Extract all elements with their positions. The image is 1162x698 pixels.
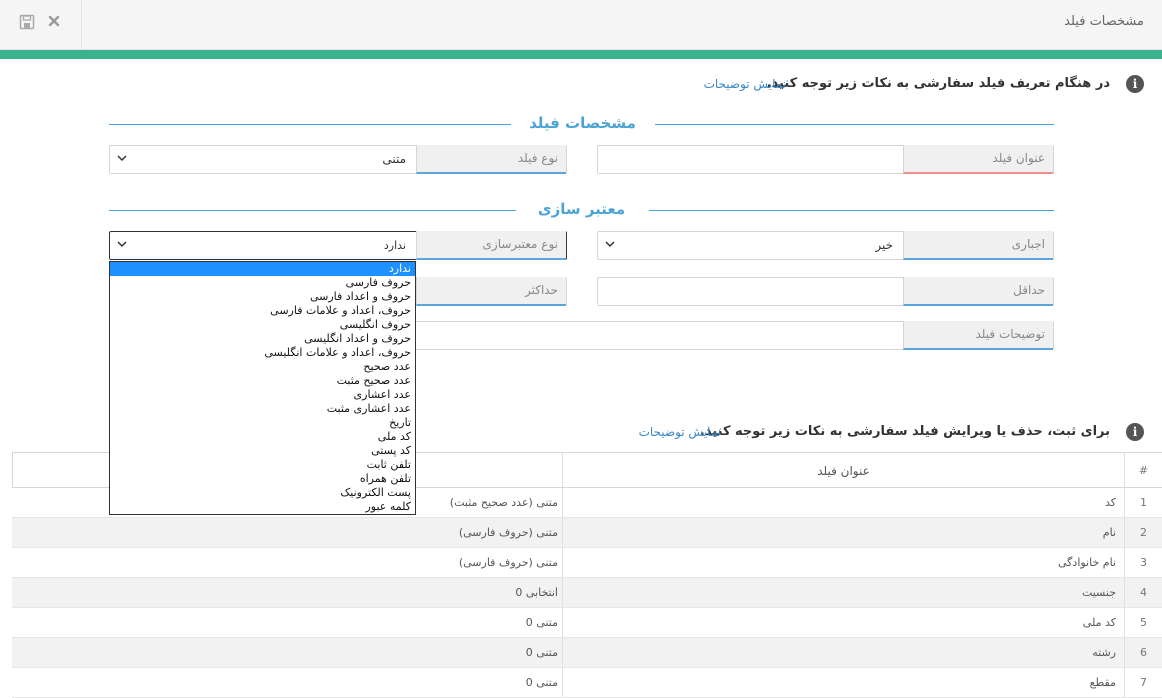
- table-row[interactable]: 7 مقطع متنی 0: [12, 668, 1162, 698]
- row-title: کد: [562, 488, 1124, 517]
- row-number: 6: [1124, 638, 1162, 667]
- row-number: 1: [1124, 488, 1162, 517]
- dropdown-option[interactable]: حروف، اعداد و علامات فارسی: [110, 304, 415, 318]
- chevron-down-icon: [117, 239, 127, 249]
- row-title: مقطع: [562, 668, 1124, 697]
- dropdown-option[interactable]: تلفن همراه: [110, 472, 415, 486]
- row-title: نام: [562, 518, 1124, 547]
- dropdown-option[interactable]: ندارد: [110, 262, 415, 276]
- row-type: متنی (حروف فارسی): [458, 526, 558, 539]
- row-type: متنی (حروف فارسی): [458, 556, 558, 569]
- info-text-manage: برای ثبت، حذف یا ویرایش فیلد سفارشی به ن…: [699, 424, 1110, 439]
- field-type-select[interactable]: نوع فیلد متنی: [109, 145, 567, 174]
- close-icon[interactable]: [45, 14, 63, 32]
- row-number: 2: [1124, 518, 1162, 547]
- row-title: رشته: [562, 638, 1124, 667]
- chevron-down-icon: [117, 153, 127, 163]
- dropdown-option[interactable]: حروف فارسی: [110, 276, 415, 290]
- required-select[interactable]: اجباری خیر: [597, 231, 1054, 260]
- row-type: متنی 0: [525, 676, 558, 689]
- table-row[interactable]: 2 نام متنی (حروف فارسی): [12, 518, 1162, 548]
- row-number: 4: [1124, 578, 1162, 607]
- table-row[interactable]: 4 جنسیت انتخابی 0: [12, 578, 1162, 608]
- chevron-down-icon: [605, 239, 615, 249]
- table-body: 1 کد متنی (عدد صحیح مثبت) 2 نام متنی (حروف فا…: [12, 488, 1162, 698]
- min-input[interactable]: حداقل: [597, 277, 1054, 306]
- field-type-value: متنی: [382, 152, 406, 166]
- dropdown-option[interactable]: پست الکترونیک: [110, 486, 415, 500]
- table-header-num: #: [1124, 453, 1162, 487]
- show-description-link[interactable]: نمایش توضیحات: [704, 77, 786, 91]
- table-header-title: عنوان فیلد: [562, 453, 1124, 487]
- validation-type-label: نوع معتبرسازی: [416, 231, 566, 260]
- dialog-header: مشخصات فیلد: [0, 0, 1162, 50]
- dropdown-option[interactable]: عدد صحیح: [110, 360, 415, 374]
- table-row[interactable]: 6 رشته متنی 0: [12, 638, 1162, 668]
- table-row[interactable]: 5 کد ملی متنی 0: [12, 608, 1162, 638]
- dropdown-option[interactable]: حروف انگلیسی: [110, 318, 415, 332]
- accent-bar: [0, 50, 1162, 59]
- description-label: توضیحات فیلد: [903, 321, 1053, 350]
- row-type: متنی 0: [525, 616, 558, 629]
- dropdown-option[interactable]: حروف، اعداد و علامات انگلیسی: [110, 346, 415, 360]
- dropdown-option[interactable]: تلفن ثابت: [110, 458, 415, 472]
- dialog-title: مشخصات فیلد: [1064, 14, 1144, 29]
- section-divider: [655, 124, 1054, 125]
- info-icon: i: [1126, 75, 1144, 93]
- required-label: اجباری: [903, 231, 1053, 260]
- info-text-define: در هنگام تعریف فیلد سفارشی به نکات زیر ت…: [766, 76, 1110, 91]
- row-type: متنی 0: [525, 646, 558, 659]
- section-divider: [649, 210, 1054, 211]
- dropdown-option[interactable]: عدد صحیح مثبت: [110, 374, 415, 388]
- section-title-field: مشخصات فیلد: [529, 114, 636, 132]
- row-number: 7: [1124, 668, 1162, 697]
- row-title: جنسیت: [562, 578, 1124, 607]
- dropdown-option[interactable]: تاریخ: [110, 416, 415, 430]
- table-row[interactable]: 3 نام خانوادگی متنی (حروف فارسی): [12, 548, 1162, 578]
- validation-type-value: ندارد: [383, 239, 406, 252]
- section-title-validation: معتبر سازی: [537, 200, 626, 218]
- dropdown-option[interactable]: کد ملی: [110, 430, 415, 444]
- section-divider: [109, 210, 516, 211]
- dropdown-option[interactable]: کد پستی: [110, 444, 415, 458]
- field-title-label: عنوان فیلد: [903, 145, 1053, 174]
- row-type: انتخابی 0: [515, 586, 558, 599]
- dropdown-option[interactable]: کلمه عبور: [110, 500, 415, 514]
- dropdown-option[interactable]: عدد اعشاری مثبت: [110, 402, 415, 416]
- row-number: 3: [1124, 548, 1162, 577]
- show-description-link[interactable]: نمایش توضیحات: [639, 425, 721, 439]
- validation-type-select[interactable]: نوع معتبرسازی ندارد: [109, 231, 567, 260]
- min-label: حداقل: [903, 277, 1053, 306]
- dropdown-option[interactable]: حروف و اعداد فارسی: [110, 290, 415, 304]
- dropdown-option[interactable]: حروف و اعداد انگلیسی: [110, 332, 415, 346]
- info-icon: i: [1126, 423, 1144, 441]
- max-label: حداکثر: [416, 277, 566, 306]
- row-number: 5: [1124, 608, 1162, 637]
- dropdown-option[interactable]: عدد اعشاری: [110, 388, 415, 402]
- required-value: خیر: [875, 238, 893, 252]
- field-type-label: نوع فیلد: [416, 145, 566, 174]
- section-divider: [109, 124, 511, 125]
- header-toolbar: [0, 0, 82, 50]
- save-icon[interactable]: [18, 14, 36, 32]
- row-title: نام خانوادگی: [562, 548, 1124, 577]
- field-title-input[interactable]: عنوان فیلد: [597, 145, 1054, 174]
- row-title: کد ملی: [562, 608, 1124, 637]
- validation-type-dropdown[interactable]: ندارد حروف فارسی حروف و اعداد فارسی حروف، ا…: [109, 261, 416, 515]
